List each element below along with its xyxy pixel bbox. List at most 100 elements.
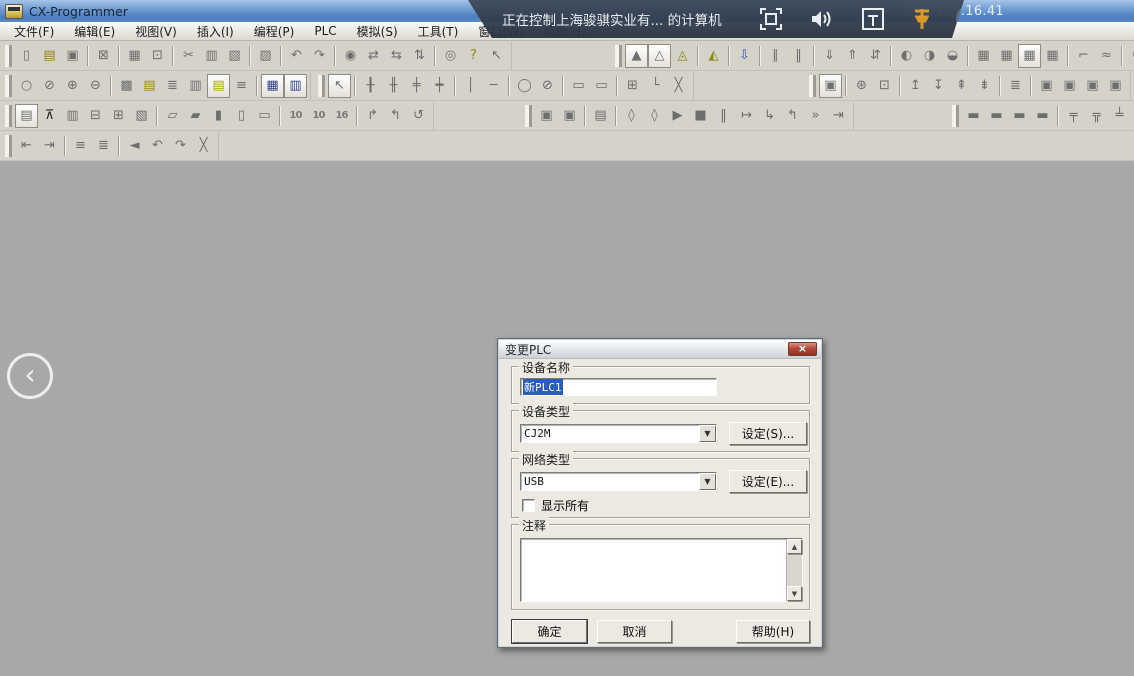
instruction-box-2-icon[interactable]: ▭ [590,74,613,98]
network-settings-button[interactable]: 设定(E)... [729,470,807,493]
audio-icon[interactable] [810,8,834,30]
menu-item-program[interactable]: 编程(P) [244,22,305,41]
context-help-icon[interactable]: ↖ [485,44,508,68]
stamp-icon[interactable]: ▰ [184,104,207,128]
vertical-line-icon[interactable]: │ [459,74,482,98]
work-online-simulator-icon[interactable]: △ [648,44,671,68]
device-type-combobox[interactable]: CJ2M ▼ [520,424,717,443]
select-cursor-icon[interactable]: ↖ [328,74,351,98]
info-icon[interactable]: ◎ [439,44,462,68]
show-grid-icon[interactable]: ▩ [115,74,138,98]
menu-item-insert[interactable]: 插入(I) [187,22,244,41]
print-setup-icon[interactable]: ⊠ [92,44,115,68]
contact-or-open-icon[interactable]: ╪ [405,74,428,98]
instruction-box-icon[interactable]: ▭ [567,74,590,98]
watch-list-icon[interactable]: ≣ [1004,74,1027,98]
monitor-door-3-icon[interactable]: ▣ [1081,74,1104,98]
coil-closed-icon[interactable]: ⊘ [536,74,559,98]
output-window-icon[interactable]: ▥ [61,104,84,128]
step-in-icon[interactable]: ↳ [758,104,781,128]
compare-with-plc-icon[interactable]: ⇵ [864,44,887,68]
memory-bar-3-icon[interactable]: ▬ [1008,104,1031,128]
redo-icon[interactable]: ↷ [308,44,331,68]
horizontal-line-icon[interactable]: ─ [482,74,505,98]
menu-item-simulate[interactable]: 模拟(S) [347,22,408,41]
sort-az-icon[interactable]: ⇅ [408,44,431,68]
cut-reference-icon[interactable]: ▱ [161,104,184,128]
io-grid-icon[interactable]: ▭ [253,104,276,128]
indent-icon[interactable]: ⇥ [38,134,61,158]
lock-icon[interactable]: Θ [1126,44,1134,68]
pause-monitor-icon[interactable]: ∥ [764,44,787,68]
toolbar-grip[interactable] [525,105,532,127]
paste-special-icon[interactable]: ▨ [254,44,277,68]
network-type-combobox[interactable]: USB ▼ [520,472,717,491]
monitor-door-2-icon[interactable]: ▣ [1058,74,1081,98]
close-icon[interactable]: × [788,342,817,356]
plc-memory-3-icon[interactable]: ▦ [1018,44,1041,68]
menu-item-plc[interactable]: PLC [304,23,346,39]
chevron-down-icon[interactable]: ▼ [699,425,716,442]
auto-online-icon[interactable]: ◭ [702,44,725,68]
plc-memory-1-icon[interactable]: ▦ [972,44,995,68]
print-icon[interactable]: ▦ [123,44,146,68]
save-file-icon[interactable]: ▣ [61,44,84,68]
toolbar-grip[interactable] [809,75,816,97]
contact-closed-icon[interactable]: ╫ [382,74,405,98]
sim-page-1-icon[interactable]: ▣ [535,104,558,128]
build-icon[interactable]: ⊼ [38,104,61,128]
cross-reference-icon[interactable]: ⊞ [107,104,130,128]
device-name-input[interactable]: 新PLC1 [520,378,717,396]
undo-icon[interactable]: ↶ [285,44,308,68]
new-file-icon[interactable]: ▯ [15,44,38,68]
debug-mode-icon[interactable]: ◒ [941,44,964,68]
cancel-button[interactable]: 取消 [597,620,672,643]
pause-hand-2-icon[interactable]: ◊ [643,104,666,128]
zoom-out-icon[interactable]: ⊖ [84,74,107,98]
time-chart-monitor-icon[interactable]: ≈ [1095,44,1118,68]
sim-comment-icon[interactable]: ▤ [589,104,612,128]
scroll-down-icon[interactable]: ▼ [787,586,802,601]
timer-1-icon[interactable]: ╤ [1062,104,1085,128]
cut-icon[interactable]: ✂ [177,44,200,68]
ok-button[interactable]: 确定 [512,620,587,643]
paste-icon[interactable]: ▧ [223,44,246,68]
menu-item-edit[interactable]: 编辑(E) [64,22,125,41]
hex-monitor-icon[interactable]: 16 [330,104,353,128]
memory-bar-4-icon[interactable]: ▬ [1031,104,1054,128]
device-settings-button[interactable]: 设定(S)... [729,422,807,445]
force-off-icon[interactable]: ↰ [384,104,407,128]
force-on-icon[interactable]: ↱ [361,104,384,128]
mark-delete-icon[interactable]: ╳ [192,134,215,158]
comment-textarea[interactable] [521,539,786,601]
list-top-icon[interactable]: ≣ [92,134,115,158]
decimal-monitor-icon[interactable]: 10 [284,104,307,128]
symbols-view-icon[interactable]: ▥ [184,74,207,98]
sim-pause-icon[interactable]: ‖ [712,104,735,128]
window-view-icon[interactable]: ▣ [819,74,842,98]
chevron-down-icon[interactable]: ▼ [699,473,716,490]
help-button[interactable]: 帮助(H) [736,620,810,643]
menu-item-tools[interactable]: 工具(T) [408,22,469,41]
sim-stop-icon[interactable]: ■ [689,104,712,128]
project-window-icon[interactable]: ▤ [15,104,38,128]
symbol-in-up-icon[interactable]: ↥ [904,74,927,98]
fullscreen-icon[interactable] [760,8,782,30]
timer-2-icon[interactable]: ╦ [1085,104,1108,128]
symbol-out-down-icon[interactable]: ⇟ [973,74,996,98]
sim-play-icon[interactable]: ▶ [666,104,689,128]
force-cancel-icon[interactable]: ↺ [407,104,430,128]
contact-open-icon[interactable]: ╂ [359,74,382,98]
contact-or-closed-icon[interactable]: ┿ [428,74,451,98]
mark-redo-icon[interactable]: ↷ [169,134,192,158]
comment-scrollbar[interactable]: ▲ ▼ [786,539,802,601]
replace-icon[interactable]: ⇄ [362,44,385,68]
zoom-cut-icon[interactable]: ⊘ [38,74,61,98]
symbol-in-down-icon[interactable]: ↧ [927,74,950,98]
scroll-up-icon[interactable]: ▲ [787,539,802,554]
signed-decimal-icon[interactable]: 10 [307,104,330,128]
dialog-view-icon[interactable]: ▤ [138,74,161,98]
monitor-icon[interactable]: ◬ [671,44,694,68]
watch-window-icon[interactable]: ⊟ [84,104,107,128]
plc-memory-4-icon[interactable]: ▦ [1041,44,1064,68]
